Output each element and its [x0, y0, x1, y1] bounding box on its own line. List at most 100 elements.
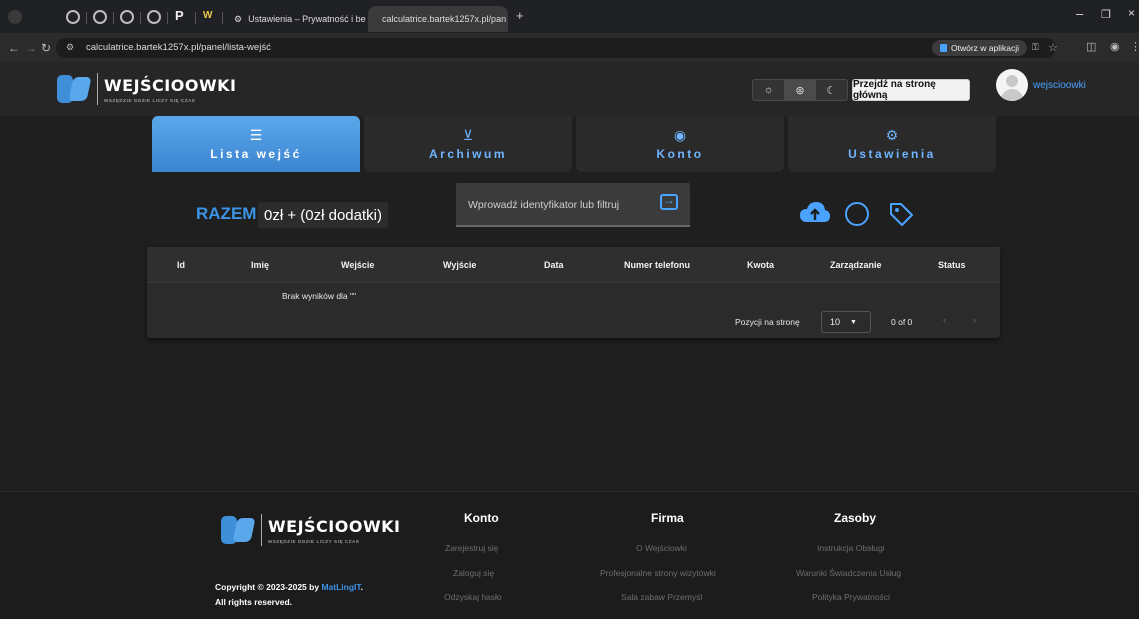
tab-calculatrice[interactable]: calculatrice.bartek1257x.pl/pan × [368, 6, 508, 32]
column-header[interactable]: Zarządzanie [830, 260, 882, 270]
footer-link[interactable]: Zarejestruj się [445, 543, 498, 553]
footer-logo-title: WEJŚCIOOWKI [268, 516, 401, 536]
maximize-icon[interactable]: ❐ [1101, 8, 1111, 21]
footer-link[interactable]: Sala zabaw Przemyśl [621, 592, 702, 602]
settings-icon: ⚙ [885, 126, 899, 143]
archive-icon: ⊻ [462, 126, 474, 143]
search-input[interactable]: Wprowadź identyfikator lub filtruj [456, 183, 690, 227]
tab-label: Ustawienia [848, 146, 936, 161]
tab-archiwum[interactable]: ⊻ Archiwum [364, 116, 572, 172]
column-header[interactable]: Wyjście [443, 260, 476, 270]
gear-icon: ⚙ [234, 13, 243, 24]
dark-theme-icon[interactable]: ☾ [816, 80, 847, 100]
browser-toolbar: ← → ↻ ⚙ calculatrice.bartek1257x.pl/pane… [0, 34, 1139, 62]
avatar[interactable] [996, 69, 1028, 101]
empty-message: Brak wyników dla "" [282, 291, 357, 301]
tab-settings-privacy[interactable]: ⚙ Ustawienia – Prywatność i bezp × [226, 6, 366, 32]
back-icon[interactable]: ← [8, 41, 20, 55]
circle-icon[interactable] [843, 200, 871, 228]
open-in-app-label: Otwórz w aplikacji [951, 43, 1020, 53]
menu-icon[interactable]: ⋮ [1130, 40, 1139, 53]
footer-link[interactable]: Zaloguj się [453, 568, 494, 578]
footer-link[interactable]: Profesjonalne strony wizytówki [600, 568, 716, 578]
footer-link[interactable]: Polityka Prywatności [812, 592, 890, 602]
tab-lista-wejsc[interactable]: ☰ Lista wejść [152, 116, 360, 172]
cloud-upload-icon[interactable] [799, 200, 831, 226]
footer-col-title: Zasoby [834, 511, 877, 525]
search-submit-icon[interactable] [660, 193, 678, 210]
per-page-label: Pozycji na stronę [735, 317, 800, 327]
tab-label: Archiwum [428, 146, 507, 161]
caret-down-icon: ▼ [850, 318, 857, 326]
forward-icon[interactable]: → [25, 41, 37, 55]
profile-icon[interactable]: ◉ [1110, 40, 1120, 53]
column-header[interactable]: Wejście [341, 260, 374, 270]
column-header[interactable]: Kwota [747, 260, 774, 270]
tab-konto[interactable]: ◉ Konto [576, 116, 784, 172]
pinned-tab-icon[interactable] [93, 10, 107, 24]
footer-logo-subtitle: WSZĘDZIE GDZIE LICZY SIĘ CZAS [268, 538, 360, 544]
column-header[interactable]: Id [177, 260, 185, 270]
light-theme-icon[interactable]: ☼ [753, 80, 784, 100]
site-logo[interactable]: WEJŚCIOOWKI WSZĘDZIE GDZIE LICZY SIĘ CZA… [57, 73, 236, 105]
table-header: Id Imię Wejście Wyjście Data Numer telef… [147, 247, 1000, 283]
column-header[interactable]: Numer telefonu [624, 260, 690, 270]
theme-switch: ☼ ⊛ ☾ [752, 79, 848, 101]
tab-label: Konto [656, 146, 704, 161]
list-icon: ☰ [249, 126, 263, 143]
total-label: RAZEM: [196, 204, 263, 223]
pagination: Pozycji na stronę 10 ▼ 0 of 0 ‹ › [147, 311, 1000, 335]
password-key-icon[interactable]: ⚿ [1032, 42, 1039, 53]
reload-icon[interactable]: ↻ [41, 41, 51, 55]
column-header[interactable]: Imię [251, 260, 269, 270]
total-value: 0zł + (0zł dodatki) [258, 202, 388, 228]
pinned-tab-p-icon[interactable]: P [175, 8, 184, 23]
new-tab-icon[interactable]: + [516, 8, 524, 23]
per-page-select[interactable]: 10 ▼ [821, 311, 871, 333]
per-page-value: 10 [830, 317, 841, 327]
home-button[interactable]: Przejdź na stronę główną [852, 79, 970, 101]
footer-link[interactable]: Odzyskaj hasło [444, 592, 502, 602]
open-in-app-button[interactable]: Otwórz w aplikacji [932, 40, 1028, 56]
minimize-icon[interactable]: – [1076, 6, 1083, 21]
rights-text: All rights reserved. [215, 597, 293, 607]
tab-search-icon[interactable] [8, 10, 22, 24]
copyright-brand-link[interactable]: MatLingIT [321, 582, 360, 592]
tab-title: Ustawienia – Prywatność i bezp [248, 14, 366, 24]
bookmark-star-icon[interactable]: ☆ [1048, 41, 1058, 54]
footer: WEJŚCIOOWKI WSZĘDZIE GDZIE LICZY SIĘ CZA… [0, 491, 1139, 619]
tag-icon[interactable] [887, 200, 915, 228]
footer-logo[interactable]: WEJŚCIOOWKI WSZĘDZIE GDZIE LICZY SIĘ CZA… [221, 514, 400, 546]
site-info-icon[interactable]: ⚙ [66, 42, 74, 53]
username[interactable]: wejscioowki [1033, 80, 1086, 91]
footer-link[interactable]: O Wejściowki [636, 543, 687, 553]
footer-col-title: Firma [651, 511, 684, 525]
pinned-tab-icon[interactable] [66, 10, 80, 24]
footer-link[interactable]: Warunki Świadczenia Usług [796, 568, 901, 578]
extensions-icon[interactable]: ◫ [1086, 40, 1096, 53]
entries-table: Id Imię Wejście Wyjście Data Numer telef… [147, 247, 1000, 338]
pinned-tab-w-icon[interactable]: W [203, 10, 212, 21]
close-window-icon[interactable]: × [1128, 6, 1135, 20]
tab-title: calculatrice.bartek1257x.pl/pan [382, 14, 507, 24]
column-header[interactable]: Status [938, 260, 966, 270]
copyright: Copyright © 2023-2025 by MatLingIT. All … [215, 582, 364, 607]
logo-title: WEJŚCIOOWKI [104, 75, 237, 95]
pinned-tab-icon[interactable] [120, 10, 134, 24]
logo-mark-icon [221, 514, 256, 546]
logo-mark-icon [57, 73, 92, 105]
site-header: WEJŚCIOOWKI WSZĘDZIE GDZIE LICZY SIĘ CZA… [0, 62, 1139, 116]
auto-theme-icon[interactable]: ⊛ [784, 80, 816, 100]
prev-page-icon[interactable]: ‹ [943, 315, 946, 326]
page-range: 0 of 0 [891, 317, 913, 327]
next-page-icon[interactable]: › [973, 315, 976, 326]
footer-col-title: Konto [464, 511, 499, 525]
pinned-tab-icon[interactable] [147, 10, 161, 24]
url-text: calculatrice.bartek1257x.pl/panel/lista-… [86, 42, 271, 53]
tab-ustawienia[interactable]: ⚙ Ustawienia [788, 116, 996, 172]
address-bar[interactable]: ⚙ calculatrice.bartek1257x.pl/panel/list… [56, 38, 1058, 58]
column-header[interactable]: Data [544, 260, 564, 270]
account-icon: ◉ [673, 126, 687, 143]
footer-link[interactable]: Instrukcja Obsługi [817, 543, 885, 553]
tab-label: Lista wejść [210, 146, 302, 161]
